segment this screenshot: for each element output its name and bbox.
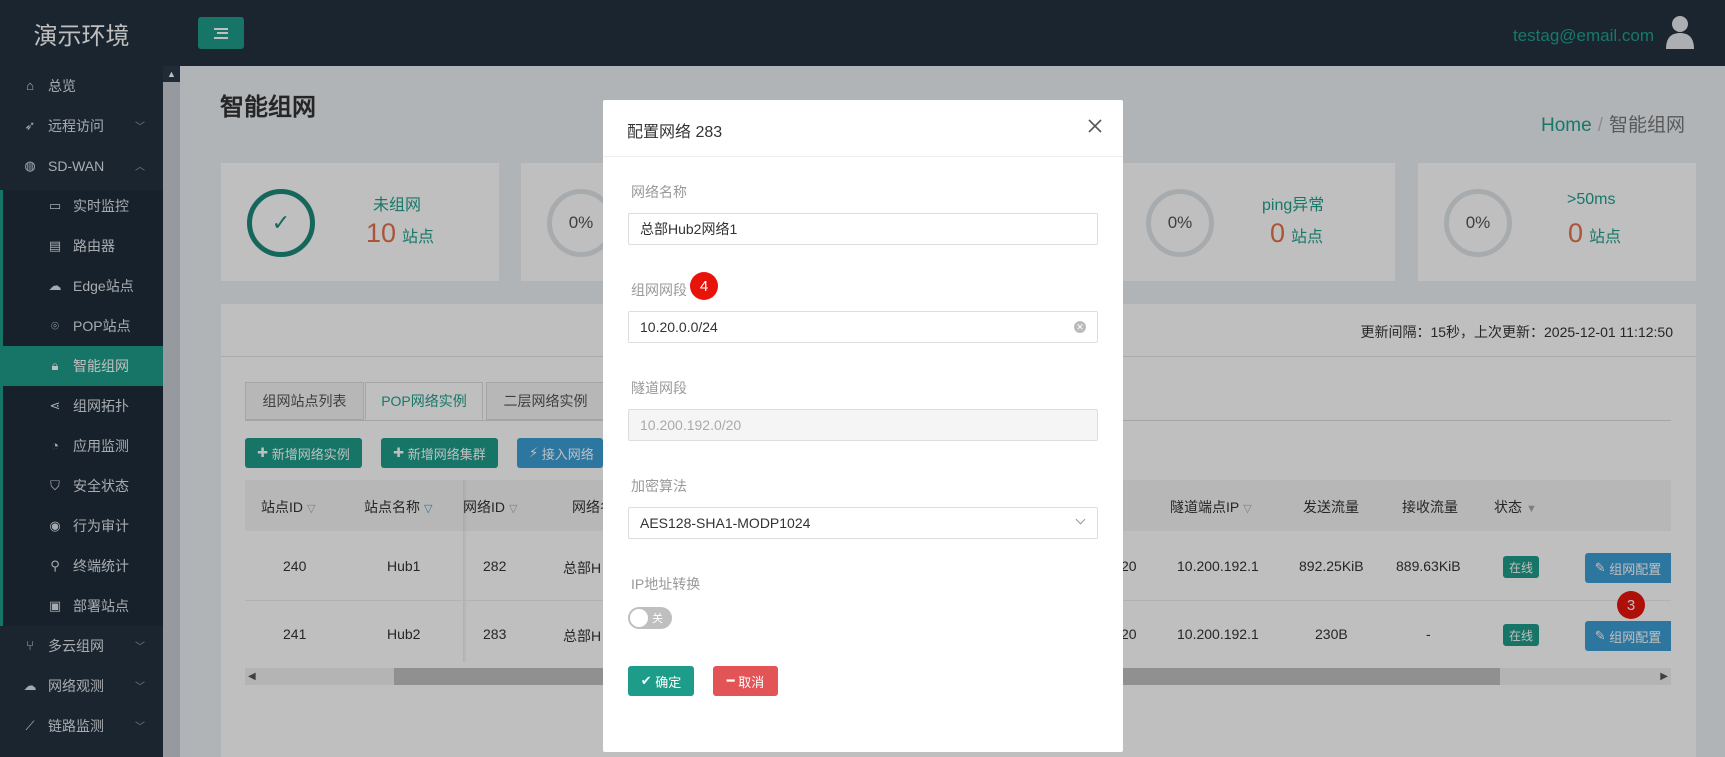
toggle-knob — [630, 609, 648, 627]
step-marker-4: 4 — [690, 272, 718, 300]
nat-label: IP地址转换 — [631, 576, 701, 592]
button-label: 取消 — [738, 674, 765, 690]
cipher-label: 加密算法 — [631, 478, 687, 494]
clear-icon[interactable]: ✕ — [1074, 321, 1086, 333]
cipher-select[interactable]: AES128-SHA1-MODP1024 — [628, 507, 1098, 539]
check-icon: ✔ — [640, 673, 652, 688]
dialog-title: 配置网络 283 — [627, 124, 723, 141]
chevron-down-icon — [1075, 514, 1086, 525]
nat-toggle[interactable]: 关 — [628, 607, 672, 629]
network-name-label: 网络名称 — [631, 184, 687, 200]
subnet-value: 10.20.0.0/24 — [640, 319, 718, 335]
cancel-button[interactable]: ━ 取消 — [713, 666, 778, 696]
tunnel-subnet-input: 10.200.192.0/20 — [628, 409, 1098, 441]
cipher-value: AES128-SHA1-MODP1024 — [640, 515, 811, 531]
dialog-divider — [603, 156, 1123, 157]
button-label: 确定 — [655, 674, 682, 690]
subnet-label: 组网网段 — [631, 282, 687, 298]
minus-icon: ━ — [726, 673, 735, 688]
toggle-state: 关 — [652, 613, 663, 625]
tunnel-subnet-label: 隧道网段 — [631, 380, 687, 396]
confirm-button[interactable]: ✔ 确定 — [628, 666, 694, 696]
network-name-input[interactable]: 总部Hub2网络1 — [628, 213, 1098, 245]
subnet-input[interactable]: 10.20.0.0/24 ✕ — [628, 311, 1098, 343]
close-icon[interactable] — [1087, 118, 1103, 134]
config-network-dialog: 配置网络 283 网络名称 总部Hub2网络1 组网网段 4 10.20.0.0… — [603, 100, 1123, 752]
